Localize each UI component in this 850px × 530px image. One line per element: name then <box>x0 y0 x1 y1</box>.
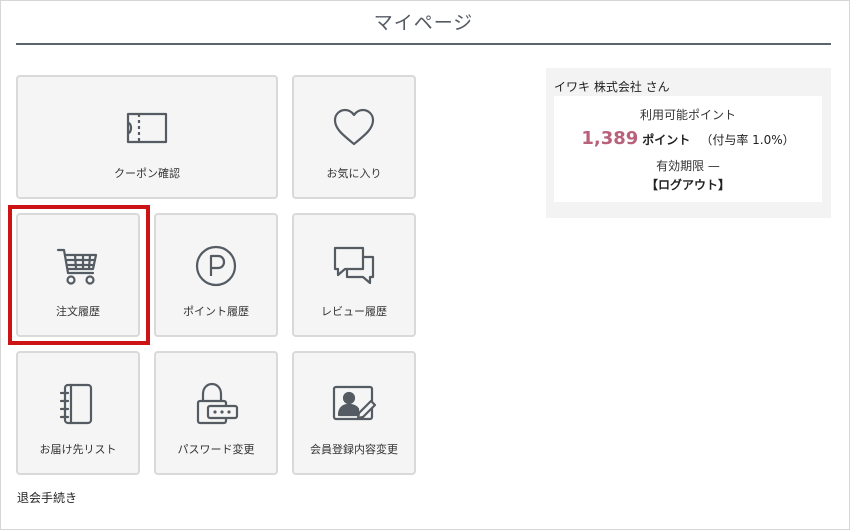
points-unit: ポイント <box>642 133 691 147</box>
points-box: 利用可能ポイント 1,389 ポイント （付与率 1.0%） 有効期限 — 【ログア… <box>554 96 822 202</box>
point-icon <box>193 243 239 289</box>
available-points-label: 利用可能ポイント <box>639 108 736 122</box>
lock-icon <box>193 381 239 427</box>
points-row: 1,389 ポイント （付与率 1.0%） <box>554 128 822 149</box>
logout-link[interactable]: 【ログアウト】 <box>554 176 822 193</box>
speech-bubbles-icon <box>331 243 377 289</box>
coupon-button[interactable]: クーポン確認 <box>16 75 278 199</box>
tile-label: お届け先リスト <box>39 443 117 456</box>
expiry-text: 有効期限 — <box>656 159 720 173</box>
withdraw-link[interactable]: 退会手続き <box>17 489 77 506</box>
cart-icon <box>55 243 101 289</box>
heart-icon <box>331 105 377 151</box>
points-value: 1,389 <box>581 128 639 149</box>
tile-label: ポイント履歴 <box>183 305 249 318</box>
member-info-change-button[interactable]: 会員登録内容変更 <box>292 351 416 475</box>
tile-label: レビュー履歴 <box>321 305 387 318</box>
address-book-icon <box>55 381 101 427</box>
tile-label: 注文履歴 <box>56 305 100 318</box>
tile-label: パスワード変更 <box>177 443 255 456</box>
point-history-button[interactable]: ポイント履歴 <box>154 213 278 337</box>
tile-label: お気に入り <box>326 167 382 180</box>
profile-edit-icon <box>331 381 377 427</box>
tile-label: クーポン確認 <box>114 167 180 180</box>
tile-label: 会員登録内容変更 <box>310 443 398 456</box>
favorites-button[interactable]: お気に入り <box>292 75 416 199</box>
points-rate: （付与率 1.0%） <box>700 133 795 147</box>
order-history-button[interactable]: 注文履歴 <box>16 213 140 337</box>
review-history-button[interactable]: レビュー履歴 <box>292 213 416 337</box>
user-name: イワキ 株式会社 さん <box>554 80 670 94</box>
address-list-button[interactable]: お届け先リスト <box>16 351 140 475</box>
points-panel: イワキ 株式会社 さん 利用可能ポイント 1,389 ポイント （付与率 1.0%）… <box>546 68 831 218</box>
password-change-button[interactable]: パスワード変更 <box>154 351 278 475</box>
ticket-icon <box>124 105 170 151</box>
page-title: マイページ <box>16 8 831 45</box>
